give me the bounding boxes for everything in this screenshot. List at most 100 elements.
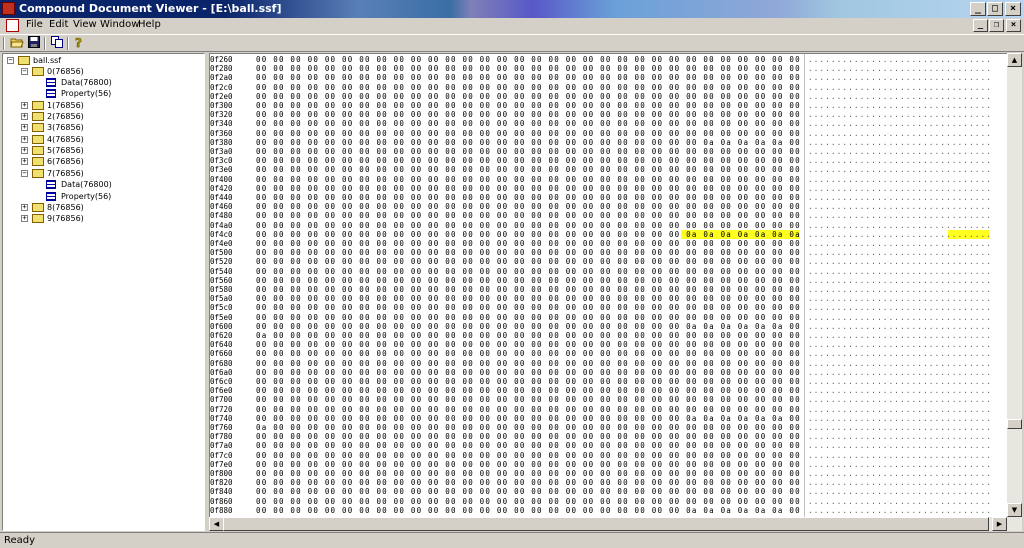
hex-bytes[interactable]: 00 00 00 00 00 00 00 00 00 00 00 00 00 0… [256,386,801,395]
open-folder-icon[interactable] [9,36,25,51]
hex-ascii[interactable]: ................................ [808,110,992,119]
hex-bytes[interactable]: 00 00 00 00 00 00 00 00 00 00 00 00 00 0… [256,405,801,414]
hex-bytes[interactable]: 00 00 00 00 00 00 00 00 00 00 00 00 00 0… [256,165,801,174]
hex-bytes[interactable]: 00 00 00 00 00 00 00 00 00 00 00 00 00 0… [256,395,801,404]
hex-bytes[interactable]: 00 00 00 00 00 00 00 00 00 00 00 00 00 0… [256,276,801,285]
hex-bytes[interactable]: 00 00 00 00 00 00 00 00 00 00 00 00 00 0… [256,322,801,331]
hex-bytes[interactable]: 00 00 00 00 00 00 00 00 00 00 00 00 00 0… [256,432,801,441]
hex-ascii[interactable]: ................................ [808,386,992,395]
hex-bytes[interactable]: 00 00 00 00 00 00 00 00 00 00 00 00 00 0… [256,257,801,266]
hex-ascii[interactable]: ................................ [808,331,992,340]
hex-ascii[interactable]: ................................ [808,165,992,174]
maximize-button[interactable]: □ [987,2,1003,16]
hex-ascii[interactable]: ................................ [808,211,992,220]
hex-ascii[interactable]: ................................ [808,441,992,450]
hex-bytes[interactable]: 00 00 00 00 00 00 00 00 00 00 00 00 00 0… [256,340,801,349]
hex-ascii[interactable]: ................................ [808,221,992,230]
hex-ascii[interactable]: ................................ [808,303,992,312]
scroll-right-icon[interactable]: ▶ [992,517,1007,531]
hex-ascii[interactable]: ................................ [808,368,992,377]
hex-bytes[interactable]: 00 00 00 00 00 00 00 00 00 00 00 00 00 0… [256,55,801,64]
scroll-down-icon[interactable]: ▼ [1007,503,1022,517]
copy-icon[interactable] [49,36,65,51]
hex-bytes[interactable]: 00 00 00 00 00 00 00 00 00 00 00 00 00 0… [256,478,801,487]
hex-ascii[interactable]: ................................ [808,248,992,257]
hex-bytes[interactable]: 00 00 00 00 00 00 00 00 00 00 00 00 00 0… [256,175,801,184]
scroll-left-icon[interactable]: ◀ [209,517,224,531]
hex-ascii[interactable]: ................................ [808,377,992,386]
hex-ascii[interactable]: ................................ [808,64,992,73]
hex-bytes[interactable]: 0a 00 00 00 00 00 00 00 00 00 00 00 00 0… [256,423,801,432]
hex-bytes[interactable]: 00 00 00 00 00 00 00 00 00 00 00 00 00 0… [256,441,801,450]
hex-bytes[interactable]: 00 00 00 00 00 00 00 00 00 00 00 00 00 0… [256,285,801,294]
hex-ascii[interactable]: ................................ [808,506,992,515]
hex-bytes[interactable]: 00 00 00 00 00 00 00 00 00 00 00 00 00 0… [256,451,801,460]
hex-ascii[interactable]: ................................ [808,267,992,276]
collapse-icon[interactable]: − [7,57,14,64]
app-icon[interactable] [2,2,15,15]
expand-icon[interactable]: + [21,147,28,154]
hex-bytes[interactable]: 00 00 00 00 00 00 00 00 00 00 00 00 00 0… [256,92,801,101]
hex-ascii[interactable]: ................................ [808,184,992,193]
hex-bytes[interactable]: 00 00 00 00 00 00 00 00 00 00 00 00 00 0… [256,239,801,248]
help-icon[interactable]: ? [71,36,87,51]
hex-bytes[interactable]: 00 00 00 00 00 00 00 00 00 00 00 00 00 0… [256,303,801,312]
child-restore-button[interactable]: ❐ [989,19,1004,32]
hex-bytes[interactable]: 00 00 00 00 00 00 00 00 00 00 00 00 00 0… [256,119,801,128]
child-close-button[interactable]: × [1006,19,1021,32]
hex-ascii[interactable]: ................................ [808,147,992,156]
menu-view[interactable]: View [73,19,97,30]
hex-bytes[interactable]: 00 00 00 00 00 00 00 00 00 00 00 00 00 0… [256,469,801,478]
expand-icon[interactable]: + [21,215,28,222]
hex-ascii[interactable]: ................................ [808,414,992,423]
hex-ascii[interactable]: ................................ [808,469,992,478]
hex-bytes[interactable]: 00 00 00 00 00 00 00 00 00 00 00 00 00 0… [256,156,801,165]
hex-bytes[interactable]: 00 00 00 00 00 00 00 00 00 00 00 00 00 0… [256,294,801,303]
hex-ascii[interactable]: ................................ [808,257,992,266]
hex-ascii[interactable]: ................................ [808,55,992,64]
hex-ascii[interactable]: ................................ [808,313,992,322]
hex-bytes[interactable]: 00 00 00 00 00 00 00 00 00 00 00 00 00 0… [256,83,801,92]
hex-ascii[interactable]: ................................ [808,129,992,138]
hex-bytes[interactable]: 00 00 00 00 00 00 00 00 00 00 00 00 00 0… [256,248,801,257]
hex-bytes[interactable]: 00 00 00 00 00 00 00 00 00 00 00 00 00 0… [256,487,801,496]
hex-ascii[interactable]: ................................ [808,138,992,147]
expand-icon[interactable]: + [21,204,28,211]
hex-bytes[interactable]: 00 00 00 00 00 00 00 00 00 00 00 00 00 0… [256,414,801,423]
hex-ascii[interactable]: ................................ [808,395,992,404]
menu-help[interactable]: Help [138,19,161,30]
hex-ascii[interactable]: ................................ [808,202,992,211]
hex-bytes[interactable]: 00 00 00 00 00 00 00 00 00 00 00 00 00 0… [256,129,801,138]
hex-bytes[interactable]: 00 00 00 00 00 00 00 00 00 00 00 00 00 0… [256,211,801,220]
hex-ascii[interactable]: ................................ [808,156,992,165]
title-bar[interactable]: Compound Document Viewer - [E:\ball.ssf] [0,0,1024,18]
hex-ascii[interactable]: ................................ [808,478,992,487]
hex-ascii[interactable]: ................................ [808,405,992,414]
expand-icon[interactable]: + [21,102,28,109]
hex-ascii[interactable]: ................................ [808,460,992,469]
collapse-icon[interactable]: − [21,68,28,75]
hex-ascii[interactable]: ................................ [808,432,992,441]
hex-bytes[interactable]: 00 00 00 00 00 00 00 00 00 00 00 00 00 0… [256,359,801,368]
hex-bytes[interactable]: 00 00 00 00 00 00 00 00 00 00 00 00 00 0… [256,221,801,230]
hex-bytes[interactable]: 00 00 00 00 00 00 00 00 00 00 00 00 00 0… [256,368,801,377]
hex-bytes[interactable]: 00 00 00 00 00 00 00 00 00 00 00 00 00 0… [256,349,801,358]
scroll-up-icon[interactable]: ▲ [1007,53,1022,67]
save-disk-icon[interactable] [26,36,42,51]
hex-bytes[interactable]: 00 00 00 00 00 00 00 00 00 00 00 00 00 0… [256,101,801,110]
hex-ascii[interactable]: ................................ [808,294,992,303]
expand-icon[interactable]: + [21,113,28,120]
hex-bytes[interactable]: 00 00 00 00 00 00 00 00 00 00 00 00 00 0… [256,460,801,469]
hex-bytes[interactable]: 00 00 00 00 00 00 00 00 00 00 00 00 00 0… [256,110,801,119]
hex-bytes[interactable]: 00 00 00 00 00 00 00 00 00 00 00 00 00 0… [256,377,801,386]
horizontal-scroll-thumb[interactable] [223,517,989,531]
horizontal-scrollbar[interactable]: ◀ ▶ [209,517,1007,531]
hex-bytes[interactable]: 00 00 00 00 00 00 00 00 00 00 00 00 00 0… [256,184,801,193]
hex-ascii[interactable]: ................................ [808,193,992,202]
hex-ascii[interactable]: ................................ [808,497,992,506]
hex-bytes[interactable]: 00 00 00 00 00 00 00 00 00 00 00 00 00 0… [256,267,801,276]
hex-bytes[interactable]: 00 00 00 00 00 00 00 00 00 00 00 00 00 0… [256,506,801,515]
hex-ascii[interactable]: ................................ [808,276,992,285]
hex-ascii[interactable]: ................................ [808,119,992,128]
menu-file[interactable]: File [26,19,43,30]
